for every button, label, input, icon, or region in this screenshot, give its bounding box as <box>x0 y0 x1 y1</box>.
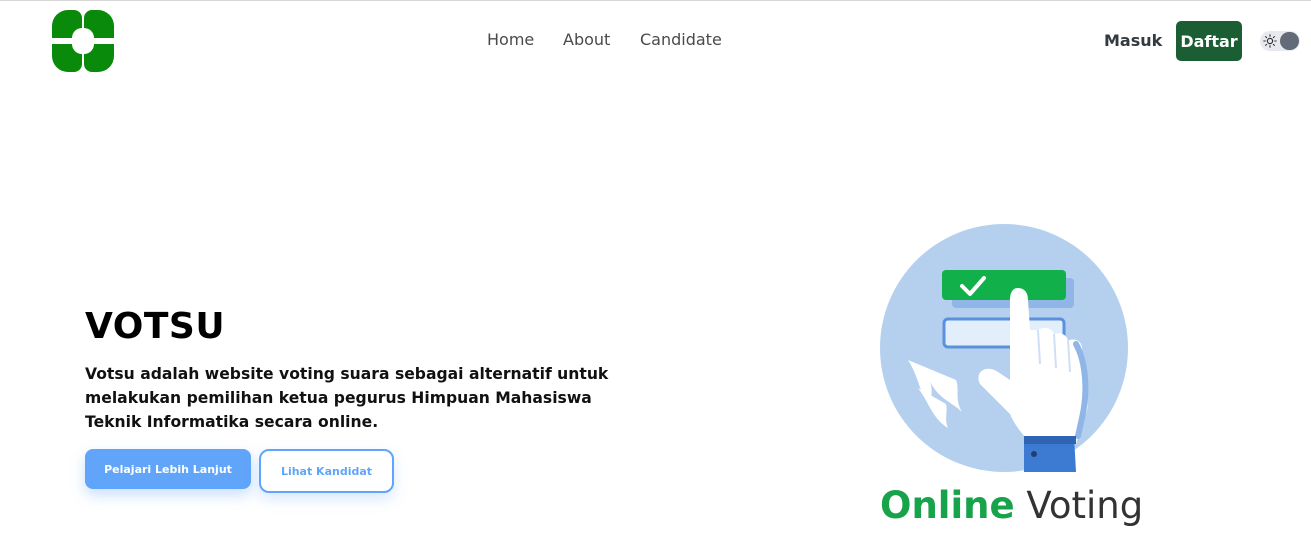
nav-about-link[interactable]: About <box>563 30 610 49</box>
theme-toggle[interactable] <box>1260 31 1300 51</box>
illustration-caption: Online Voting <box>880 484 1143 527</box>
top-border <box>0 0 1311 1</box>
nav-home-link[interactable]: Home <box>487 30 534 49</box>
hero-title: VOTSU <box>85 306 226 347</box>
sun-icon <box>1263 34 1277 48</box>
login-link[interactable]: Masuk <box>1104 31 1162 50</box>
online-voting-hand-icon <box>880 224 1128 472</box>
nav-candidate-link[interactable]: Candidate <box>640 30 722 49</box>
hero-description: Votsu adalah website voting suara sebaga… <box>85 365 609 431</box>
caption-online: Online <box>880 484 1015 527</box>
caption-voting: Voting <box>1026 484 1144 527</box>
learn-more-button[interactable]: Pelajari Lebih Lanjut <box>85 449 251 489</box>
view-candidates-button[interactable]: Lihat Kandidat <box>259 449 394 493</box>
register-button[interactable]: Daftar <box>1176 21 1242 61</box>
toggle-knob <box>1280 32 1299 50</box>
